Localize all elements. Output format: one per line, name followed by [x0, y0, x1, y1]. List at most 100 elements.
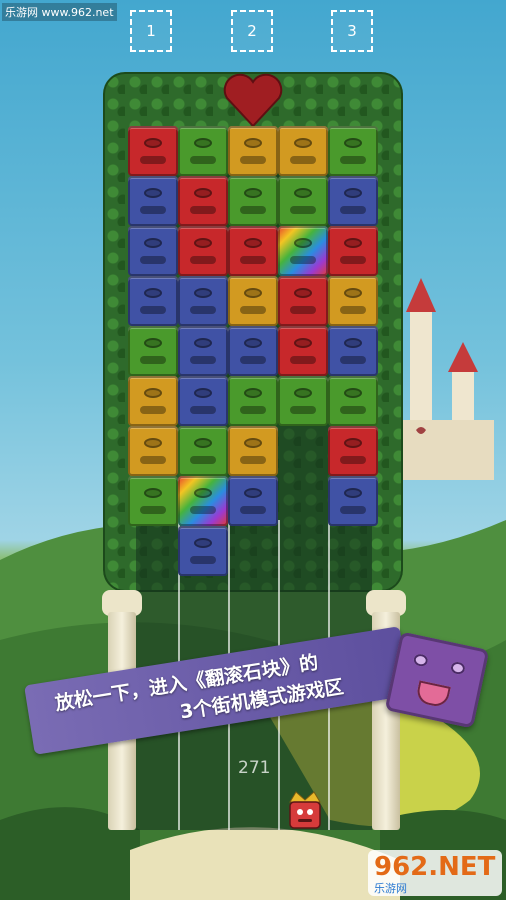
tile-mouth: [190, 356, 216, 364]
tile-eye: [344, 238, 362, 248]
castle-icon: [398, 278, 494, 480]
heart-rose-icon: [223, 73, 283, 128]
block-tile-red[interactable]: [278, 276, 328, 326]
block-tile-blue[interactable]: [178, 376, 228, 426]
tile-eye: [194, 538, 212, 548]
tile-eye: [194, 338, 212, 348]
block-tile-green[interactable]: [328, 376, 378, 426]
block-tile-green[interactable]: [228, 376, 278, 426]
block-tile-yellow[interactable]: [228, 126, 278, 176]
tile-eye: [194, 138, 212, 148]
tile-mouth: [190, 256, 216, 264]
block-tile-blue[interactable]: [128, 276, 178, 326]
tile-eye: [344, 388, 362, 398]
level-slot-3[interactable]: 3: [331, 10, 373, 52]
block-tile-red[interactable]: [328, 226, 378, 276]
block-tile-blue[interactable]: [228, 326, 278, 376]
block-tile-red[interactable]: [128, 126, 178, 176]
block-tile-red[interactable]: [178, 176, 228, 226]
tile-mouth: [240, 506, 266, 514]
tile-mouth: [290, 156, 316, 164]
tile-eye: [244, 138, 262, 148]
tile-mouth: [140, 356, 166, 364]
block-tile-yellow[interactable]: [128, 376, 178, 426]
block-tile-blue[interactable]: [328, 476, 378, 526]
block-tile-blue[interactable]: [178, 326, 228, 376]
tile-eye: [194, 238, 212, 248]
tile-mouth: [290, 256, 316, 264]
tile-mouth: [340, 306, 366, 314]
block-tile-green[interactable]: [278, 376, 328, 426]
tile-mouth: [140, 306, 166, 314]
block-tile-blue[interactable]: [128, 226, 178, 276]
block-tile-green[interactable]: [328, 126, 378, 176]
block-tile-yellow[interactable]: [228, 426, 278, 476]
block-tile-green[interactable]: [128, 476, 178, 526]
block-tile-blue[interactable]: [178, 526, 228, 576]
king-icon[interactable]: [282, 788, 328, 834]
block-tile-blue[interactable]: [228, 476, 278, 526]
tile-eye: [244, 188, 262, 198]
tile-mouth: [240, 256, 266, 264]
block-tile-yellow[interactable]: [278, 126, 328, 176]
tile-eye: [244, 488, 262, 498]
block-tile-red[interactable]: [278, 326, 328, 376]
tile-mouth: [290, 206, 316, 214]
block-tile-rainbow[interactable]: [278, 226, 328, 276]
cube-eye: [412, 652, 429, 668]
tile-eye: [244, 438, 262, 448]
tile-mouth: [240, 306, 266, 314]
tile-eye: [144, 488, 162, 498]
block-tile-green[interactable]: [128, 326, 178, 376]
tile-eye: [194, 188, 212, 198]
tile-mouth: [240, 406, 266, 414]
block-tile-red[interactable]: [328, 426, 378, 476]
tile-eye: [294, 288, 312, 298]
block-tile-red[interactable]: [228, 226, 278, 276]
tile-eye: [144, 388, 162, 398]
tile-mouth: [290, 306, 316, 314]
block-tile-blue[interactable]: [328, 326, 378, 376]
tile-mouth: [340, 456, 366, 464]
tile-mouth: [190, 556, 216, 564]
block-tile-rainbow[interactable]: [178, 476, 228, 526]
tile-eye: [194, 288, 212, 298]
tile-mouth: [140, 406, 166, 414]
tile-eye: [294, 238, 312, 248]
tile-eye: [244, 388, 262, 398]
block-tile-red[interactable]: [178, 226, 228, 276]
block-tile-blue[interactable]: [178, 276, 228, 326]
tile-eye: [294, 388, 312, 398]
score-counter: 271: [238, 758, 271, 778]
tile-eye: [194, 388, 212, 398]
level-slot-1[interactable]: 1: [130, 10, 172, 52]
block-tile-green[interactable]: [228, 176, 278, 226]
tile-mouth: [340, 206, 366, 214]
tile-mouth: [140, 506, 166, 514]
block-tile-yellow[interactable]: [328, 276, 378, 326]
tile-mouth: [340, 506, 366, 514]
block-tile-blue[interactable]: [328, 176, 378, 226]
tile-mouth: [190, 456, 216, 464]
tile-eye: [244, 288, 262, 298]
block-tile-green[interactable]: [178, 426, 228, 476]
tile-eye: [294, 188, 312, 198]
level-slot-2[interactable]: 2: [231, 10, 273, 52]
tile-eye: [344, 188, 362, 198]
block-tile-yellow[interactable]: [228, 276, 278, 326]
tile-mouth: [190, 406, 216, 414]
tile-eye: [144, 188, 162, 198]
tile-mouth: [340, 356, 366, 364]
tile-mouth: [290, 406, 316, 414]
tile-mouth: [190, 156, 216, 164]
block-tile-yellow[interactable]: [128, 426, 178, 476]
tile-eye: [244, 238, 262, 248]
tile-mouth: [140, 456, 166, 464]
block-tile-green[interactable]: [178, 126, 228, 176]
block-tile-green[interactable]: [278, 176, 328, 226]
tile-mouth: [240, 206, 266, 214]
tile-eye: [194, 438, 212, 448]
tile-eye: [144, 138, 162, 148]
cube-tongue: [414, 680, 451, 709]
block-tile-blue[interactable]: [128, 176, 178, 226]
